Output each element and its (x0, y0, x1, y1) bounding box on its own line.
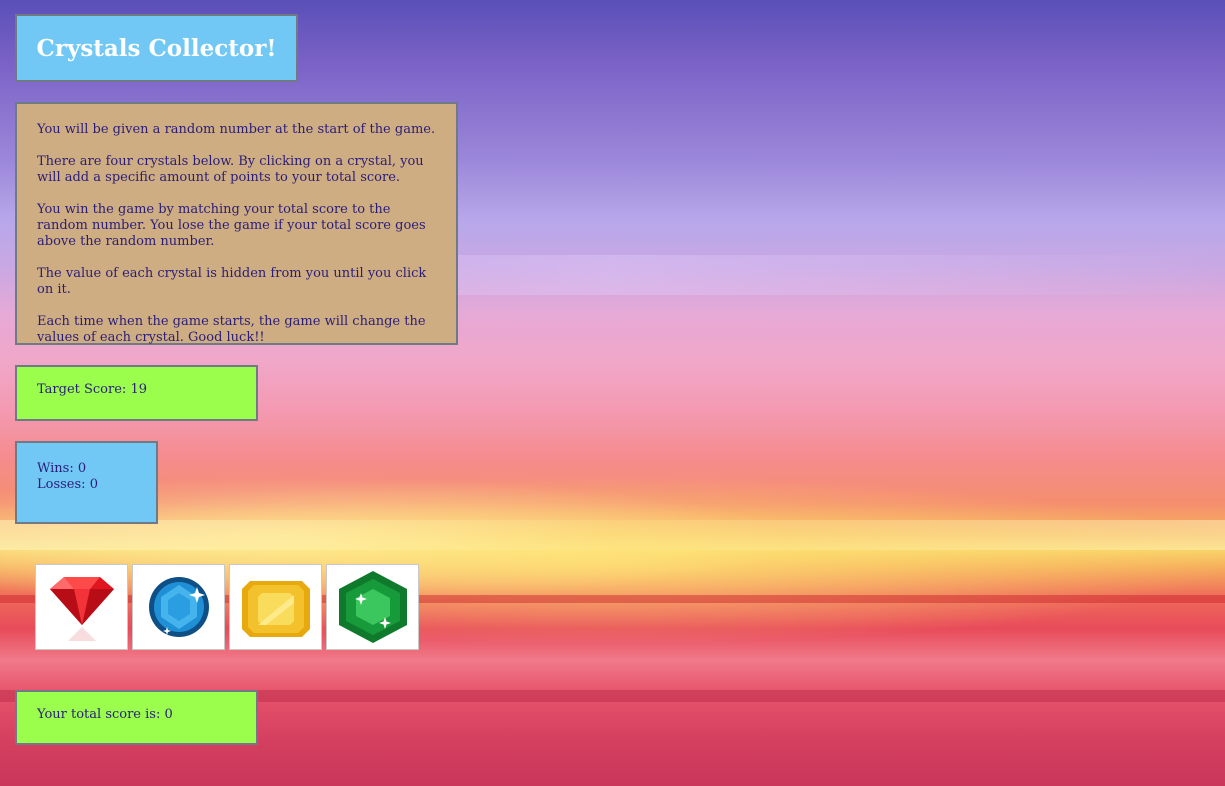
losses-label: Losses: (37, 477, 90, 492)
target-score-value: 19 (130, 382, 147, 397)
red-diamond-icon (49, 577, 114, 641)
record-panel: Wins: 0 Losses: 0 (15, 441, 158, 524)
wins-count: 0 (77, 461, 87, 476)
instructions-panel: You will be given a random number at the… (15, 102, 458, 345)
crystal-button-blue[interactable] (132, 564, 225, 650)
yellow-topaz-icon (241, 581, 310, 637)
crystal-button-red[interactable] (35, 564, 128, 650)
page-title: Crystals Collector! (36, 34, 277, 62)
crystal-button-green[interactable] (326, 564, 419, 650)
crystal-row (35, 564, 419, 650)
total-score-panel: Your total score is: 0 (15, 690, 258, 745)
instruction-text: You will be given a random number at the… (37, 122, 436, 137)
background-streak (0, 520, 1225, 550)
instruction-text: There are four crystals below. By clicki… (37, 154, 424, 185)
instruction-text: You win the game by matching your total … (37, 202, 426, 249)
instruction-text: The value of each crystal is hidden from… (37, 266, 427, 297)
wins-row: Wins: 0 (37, 461, 136, 477)
total-score-label: Your total score is: (37, 707, 165, 722)
title-banner: Crystals Collector! (15, 14, 298, 82)
wins-label: Wins: (37, 461, 78, 476)
target-score-label: Target Score: (37, 382, 131, 397)
green-emerald-icon (338, 571, 407, 643)
losses-count: 0 (89, 477, 98, 492)
target-score-panel: Target Score: 19 (15, 365, 258, 421)
total-score-value: 0 (164, 707, 173, 722)
blue-sapphire-icon (148, 577, 209, 637)
crystal-button-yellow[interactable] (229, 564, 322, 650)
instruction-text: Each time when the game starts, the game… (37, 314, 426, 345)
losses-row: Losses: 0 (37, 477, 136, 493)
